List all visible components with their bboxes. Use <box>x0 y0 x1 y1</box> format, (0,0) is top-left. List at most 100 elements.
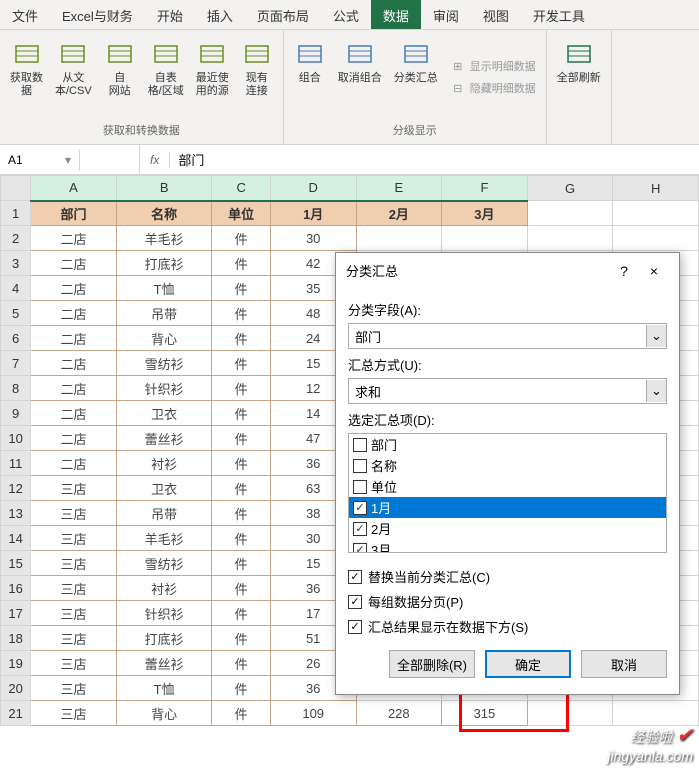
cell[interactable]: 件 <box>212 301 270 326</box>
formula-input[interactable] <box>170 148 699 171</box>
ribbon-button[interactable]: 现有连接 <box>237 34 277 120</box>
col-header-F[interactable]: F <box>442 176 528 201</box>
menu-数据[interactable]: 数据 <box>371 0 421 29</box>
cell[interactable]: 二店 <box>31 451 117 476</box>
cell[interactable]: 件 <box>212 651 270 676</box>
menu-公式[interactable]: 公式 <box>321 0 371 29</box>
row-header[interactable]: 4 <box>1 276 31 301</box>
header-cell[interactable]: 名称 <box>116 201 212 226</box>
row-header[interactable]: 17 <box>1 601 31 626</box>
cell[interactable]: 三店 <box>31 476 117 501</box>
cell[interactable]: 件 <box>212 401 270 426</box>
row-header[interactable]: 19 <box>1 651 31 676</box>
cell[interactable]: 雪纺衫 <box>116 351 212 376</box>
cell[interactable]: 件 <box>212 576 270 601</box>
header-cell[interactable]: 2月 <box>356 201 442 226</box>
menu-文件[interactable]: 文件 <box>0 0 50 29</box>
cell[interactable]: 雪纺衫 <box>116 551 212 576</box>
ribbon-button[interactable]: 从文本/CSV <box>51 34 96 120</box>
cell[interactable]: T恤 <box>116 276 212 301</box>
cell[interactable]: 二店 <box>31 401 117 426</box>
row-header[interactable]: 21 <box>1 701 31 726</box>
cell[interactable]: 卫衣 <box>116 476 212 501</box>
header-cell[interactable]: 1月 <box>270 201 356 226</box>
cell[interactable]: 打底衫 <box>116 251 212 276</box>
cell[interactable]: 件 <box>212 501 270 526</box>
row-header[interactable]: 1 <box>1 201 31 226</box>
close-button[interactable]: × <box>639 263 669 279</box>
cell[interactable]: 三店 <box>31 501 117 526</box>
cell[interactable]: 蕾丝衫 <box>116 651 212 676</box>
cell[interactable]: 二店 <box>31 276 117 301</box>
row-header[interactable]: 10 <box>1 426 31 451</box>
cell[interactable]: 背心 <box>116 701 212 726</box>
items-listbox[interactable]: 部门名称单位✓1月✓2月✓3月 <box>348 433 667 553</box>
cell[interactable]: 二店 <box>31 351 117 376</box>
header-cell[interactable]: 3月 <box>442 201 528 226</box>
cell[interactable]: 件 <box>212 426 270 451</box>
row-header[interactable]: 16 <box>1 576 31 601</box>
field-select[interactable]: 部门⌄ <box>348 323 667 349</box>
col-header-H[interactable]: H <box>613 176 699 201</box>
row-header[interactable]: 8 <box>1 376 31 401</box>
header-cell[interactable]: 单位 <box>212 201 270 226</box>
list-item[interactable]: 部门 <box>349 434 666 455</box>
row-header[interactable]: 2 <box>1 226 31 251</box>
menu-插入[interactable]: 插入 <box>195 0 245 29</box>
cell[interactable]: T恤 <box>116 676 212 701</box>
row-header[interactable]: 15 <box>1 551 31 576</box>
show-detail-button[interactable]: ⊞显示明细数据 <box>446 55 540 77</box>
row-header[interactable]: 14 <box>1 526 31 551</box>
menu-开始[interactable]: 开始 <box>145 0 195 29</box>
menu-视图[interactable]: 视图 <box>471 0 521 29</box>
col-header-A[interactable]: A <box>31 176 117 201</box>
cell[interactable]: 109 <box>270 701 356 726</box>
list-item[interactable]: 名称 <box>349 455 666 476</box>
ribbon-button[interactable]: 最近使用的源 <box>192 34 233 120</box>
cell[interactable]: 228 <box>356 701 442 726</box>
clear-all-button[interactable]: 全部删除(R) <box>389 650 475 678</box>
cell[interactable]: 羊毛衫 <box>116 226 212 251</box>
cell[interactable]: 衬衫 <box>116 451 212 476</box>
cell[interactable]: 30 <box>270 226 356 251</box>
cell[interactable]: 315 <box>442 701 528 726</box>
cell[interactable]: 二店 <box>31 426 117 451</box>
cell[interactable] <box>442 226 528 251</box>
pagebreak-checkbox[interactable]: ✓每组数据分页(P) <box>348 592 667 611</box>
cell[interactable]: 件 <box>212 551 270 576</box>
cell[interactable]: 件 <box>212 676 270 701</box>
cell[interactable]: 件 <box>212 626 270 651</box>
cell[interactable]: 打底衫 <box>116 626 212 651</box>
ribbon-button[interactable]: 获取数据 <box>6 34 47 120</box>
cell[interactable]: 三店 <box>31 676 117 701</box>
row-header[interactable]: 18 <box>1 626 31 651</box>
cell[interactable]: 二店 <box>31 251 117 276</box>
col-header-D[interactable]: D <box>270 176 356 201</box>
row-header[interactable]: 6 <box>1 326 31 351</box>
list-item[interactable]: ✓3月 <box>349 539 666 553</box>
cell[interactable]: 件 <box>212 601 270 626</box>
row-header[interactable]: 7 <box>1 351 31 376</box>
cell[interactable]: 件 <box>212 326 270 351</box>
ribbon-button[interactable]: 分类汇总 <box>390 34 442 120</box>
cell[interactable]: 卫衣 <box>116 401 212 426</box>
ribbon-button[interactable]: 自网站 <box>100 34 140 120</box>
help-button[interactable]: ? <box>609 263 639 279</box>
row-header[interactable]: 9 <box>1 401 31 426</box>
cell[interactable]: 针织衫 <box>116 601 212 626</box>
cell[interactable]: 二店 <box>31 376 117 401</box>
cell[interactable]: 件 <box>212 476 270 501</box>
cell[interactable]: 件 <box>212 351 270 376</box>
row-header[interactable]: 3 <box>1 251 31 276</box>
name-box[interactable]: A1▾ <box>0 149 80 171</box>
method-select[interactable]: 求和⌄ <box>348 378 667 404</box>
cell[interactable]: 件 <box>212 276 270 301</box>
cell[interactable]: 三店 <box>31 551 117 576</box>
below-checkbox[interactable]: ✓汇总结果显示在数据下方(S) <box>348 617 667 636</box>
cell[interactable]: 三店 <box>31 626 117 651</box>
col-header-G[interactable]: G <box>527 176 613 201</box>
ribbon-button[interactable]: 全部刷新 <box>553 34 605 136</box>
cell[interactable]: 三店 <box>31 701 117 726</box>
cell[interactable]: 吊带 <box>116 301 212 326</box>
list-item[interactable]: ✓1月 <box>349 497 666 518</box>
